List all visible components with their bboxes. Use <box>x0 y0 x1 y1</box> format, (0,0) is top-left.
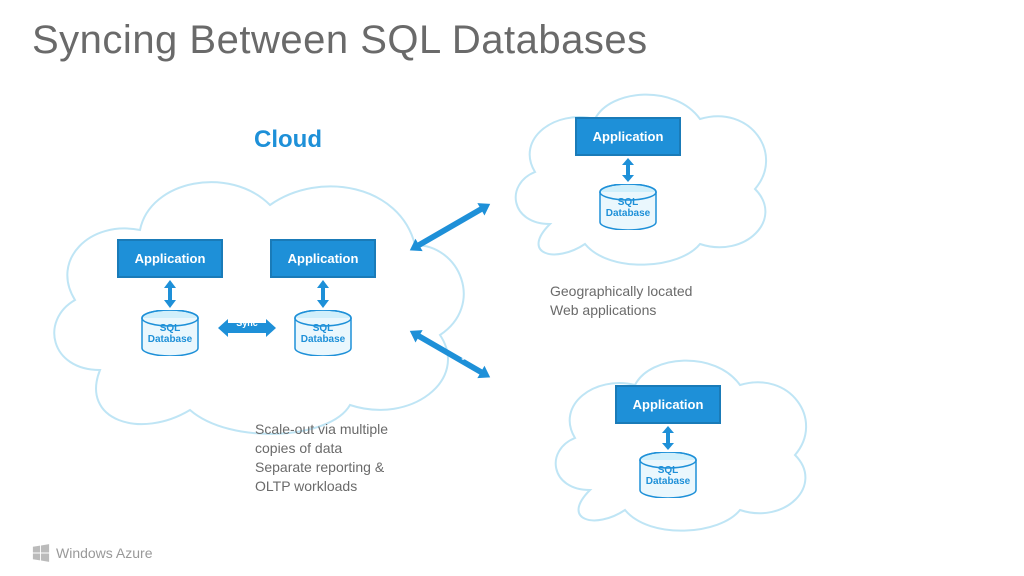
vertical-arrow-icon <box>662 426 674 450</box>
database-icon-main-1: SQLDatabase <box>140 310 200 356</box>
windows-icon <box>32 544 50 562</box>
page-title: Syncing Between SQL Databases <box>32 18 648 63</box>
cloud-top-right <box>500 84 780 264</box>
side-text-top: Geographically located Web applications <box>550 282 692 320</box>
db-label: SQLDatabase <box>293 323 353 345</box>
db-label: SQLDatabase <box>598 197 658 219</box>
app-box-main-1: Application <box>117 239 223 278</box>
database-icon-main-2: SQLDatabase <box>293 310 353 356</box>
sync-arrow-horizontal: Sync <box>218 319 276 337</box>
app-box-bottom: Application <box>615 385 721 424</box>
database-icon-top: SQLDatabase <box>598 184 658 230</box>
footer-brand-text: Windows Azure <box>56 545 152 561</box>
sync-arrow-diag-bottom: Sync <box>400 322 500 422</box>
cloud-label: Cloud <box>254 126 322 154</box>
db-label: SQLDatabase <box>140 323 200 345</box>
db-label: SQLDatabase <box>638 465 698 487</box>
vertical-arrow-icon <box>164 280 176 308</box>
footer-brand: Windows Azure <box>32 544 152 562</box>
sync-arrow-diag-top: Sync <box>400 195 500 295</box>
database-icon-bottom: SQLDatabase <box>638 452 698 498</box>
cloud-bottom-right <box>540 350 820 530</box>
sync-label: Sync <box>218 318 276 328</box>
vertical-arrow-icon <box>622 158 634 182</box>
app-box-main-2: Application <box>270 239 376 278</box>
vertical-arrow-icon <box>317 280 329 308</box>
app-box-top: Application <box>575 117 681 156</box>
side-text-bottom: Scale-out via multiple copies of data Se… <box>255 420 388 496</box>
